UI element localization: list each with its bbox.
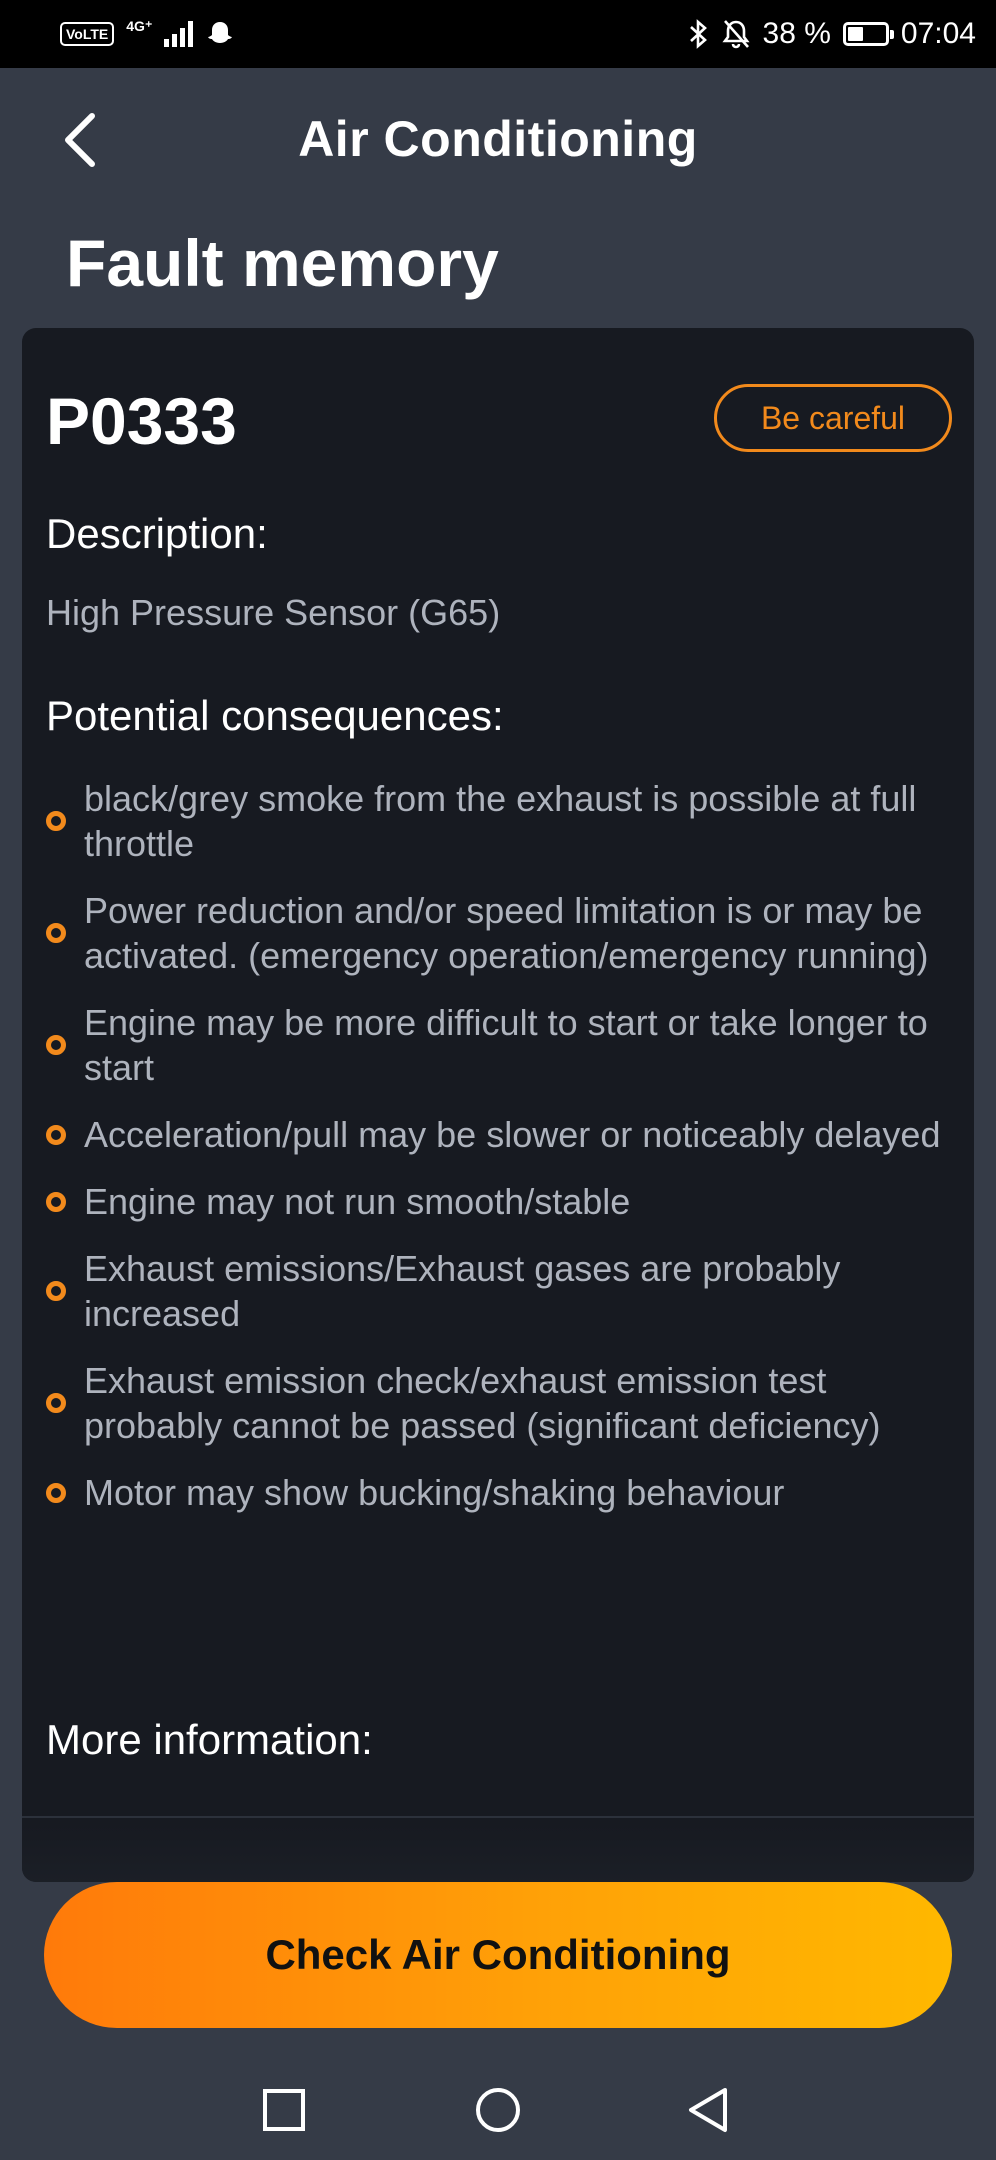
scroll-fade-overlay	[22, 1768, 974, 1882]
consequence-text: Exhaust emissions/Exhaust gases are prob…	[84, 1248, 841, 1334]
bullet-icon	[46, 1035, 66, 1055]
recents-square-icon	[263, 2089, 305, 2131]
divider	[22, 1816, 974, 1818]
consequences-list: black/grey smoke from the exhaust is pos…	[46, 776, 966, 1537]
list-item: Engine may not run smooth/stable	[46, 1179, 966, 1224]
severity-badge: Be careful	[714, 384, 952, 452]
list-item: Acceleration/pull may be slower or notic…	[46, 1112, 966, 1157]
consequence-text: Exhaust emission check/exhaust emission …	[84, 1360, 881, 1446]
list-item: black/grey smoke from the exhaust is pos…	[46, 776, 966, 866]
description-text: High Pressure Sensor (G65)	[46, 592, 501, 633]
list-item: Power reduction and/or speed limitation …	[46, 888, 966, 978]
bell-off-icon	[721, 20, 750, 49]
check-air-conditioning-button[interactable]: Check Air Conditioning	[44, 1882, 952, 2028]
bullet-icon	[46, 923, 66, 943]
bullet-icon	[46, 1393, 66, 1413]
back-triangle-icon	[689, 2088, 727, 2132]
list-item: Exhaust emissions/Exhaust gases are prob…	[46, 1246, 966, 1336]
volte-icon: VoLTE	[60, 22, 115, 46]
consequence-text: Power reduction and/or speed limitation …	[84, 890, 929, 976]
more-info-label: More information:	[46, 1716, 373, 1763]
list-item: Exhaust emission check/exhaust emission …	[46, 1358, 966, 1448]
consequences-label: Potential consequences:	[46, 692, 504, 739]
bullet-icon	[46, 1482, 66, 1503]
battery-percent: 38 %	[762, 17, 831, 50]
system-nav-bar	[0, 2060, 996, 2160]
home-button[interactable]	[468, 2080, 528, 2140]
consequence-text: Engine may not run smooth/stable	[84, 1181, 631, 1222]
page-title: Fault memory	[66, 226, 499, 300]
bullet-icon	[46, 1191, 66, 1212]
network-type-label: 4G⁺	[126, 18, 153, 34]
list-item: Engine may be more difficult to start or…	[46, 1000, 966, 1090]
recents-button[interactable]	[254, 2080, 314, 2140]
status-bar: VoLTE 4G⁺ 38 % 07:04	[0, 0, 996, 68]
home-circle-icon	[476, 2088, 520, 2132]
status-left: VoLTE 4G⁺	[60, 16, 235, 52]
ghost-icon	[208, 22, 233, 43]
screen-title: Air Conditioning	[298, 111, 698, 167]
clock: 07:04	[900, 17, 976, 50]
consequence-text: Acceleration/pull may be slower or notic…	[84, 1114, 941, 1155]
list-item: Motor may show bucking/shaking behaviour	[46, 1470, 966, 1515]
bluetooth-icon	[689, 19, 707, 49]
consequence-text: Engine may be more difficult to start or…	[84, 1002, 928, 1088]
battery-level	[847, 27, 864, 41]
fault-card: P0333 Be careful Description: High Press…	[22, 328, 974, 1882]
consequence-text: black/grey smoke from the exhaust is pos…	[84, 778, 917, 864]
description-label: Description:	[46, 510, 268, 557]
bullet-icon	[46, 1281, 66, 1301]
bullet-icon	[46, 1124, 66, 1145]
signal-strength-icon	[164, 21, 194, 47]
fault-code: P0333	[46, 384, 237, 458]
status-right: 38 % 07:04	[687, 14, 976, 54]
nav-back-button[interactable]	[678, 2080, 738, 2140]
consequence-text: Motor may show bucking/shaking behaviour	[84, 1472, 785, 1513]
battery-icon	[842, 22, 894, 46]
bullet-icon	[46, 811, 66, 831]
